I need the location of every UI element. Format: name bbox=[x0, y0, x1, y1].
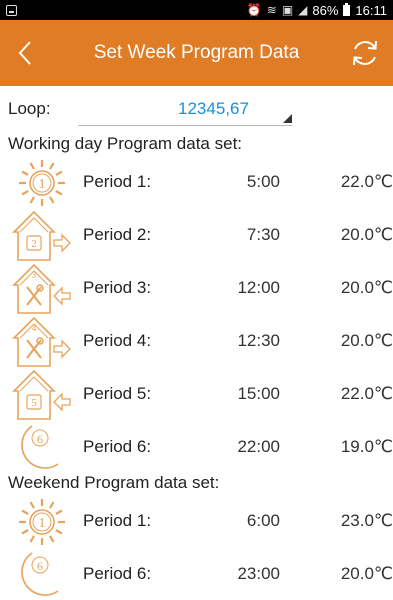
alarm-icon: ⏰ bbox=[246, 3, 262, 17]
page-title: Set Week Program Data bbox=[93, 42, 300, 63]
period-time: 12:00 bbox=[237, 278, 280, 297]
svg-text:6: 6 bbox=[37, 559, 43, 573]
period-temperature: 20.0℃ bbox=[340, 331, 393, 350]
period-temperature: 20.0℃ bbox=[340, 278, 393, 297]
period-time: 12:30 bbox=[237, 331, 280, 350]
period-label: Period 6: bbox=[83, 564, 152, 583]
period-time: 15:00 bbox=[237, 384, 280, 403]
period-label: Period 2: bbox=[83, 225, 152, 244]
svg-text:6: 6 bbox=[37, 432, 43, 446]
svg-text:5: 5 bbox=[31, 397, 37, 409]
moon-icon: 6 bbox=[10, 420, 74, 476]
period-row[interactable]: 6 Period 6: 22:00 19.0℃ bbox=[0, 418, 393, 478]
svg-text:3: 3 bbox=[32, 270, 37, 280]
svg-text:4: 4 bbox=[32, 323, 37, 333]
moon-icon: 6 bbox=[10, 547, 74, 600]
clock: 16:11 bbox=[355, 2, 387, 18]
svg-text:2: 2 bbox=[31, 238, 37, 250]
period-label: Period 3: bbox=[83, 278, 152, 297]
period-label: Period 1: bbox=[83, 172, 152, 191]
working-day-title: Working day Program data set: bbox=[8, 134, 243, 153]
battery-percent: 86% bbox=[312, 2, 339, 18]
period-row[interactable]: 6 Period 6: 23:00 20.0℃ bbox=[0, 545, 393, 600]
status-icons: ⏰ ≋ ▣ ◢ 86% 16:11 bbox=[246, 2, 387, 18]
period-row[interactable]: 5 Period 5: 15:00 22.0℃ bbox=[0, 365, 393, 425]
period-time: 22:00 bbox=[237, 437, 280, 456]
period-time: 23:00 bbox=[237, 564, 280, 583]
period-label: Period 5: bbox=[83, 384, 152, 403]
loop-label: Loop: bbox=[8, 99, 51, 118]
battery-icon bbox=[343, 2, 351, 16]
period-label: Period 1: bbox=[83, 511, 152, 530]
period-row[interactable]: 4 Period 4: 12:30 20.0℃ bbox=[0, 312, 393, 372]
dropdown-corner-icon bbox=[283, 114, 292, 123]
period-temperature: 22.0℃ bbox=[340, 384, 393, 403]
period-time: 7:30 bbox=[246, 225, 280, 244]
house-return-icon: 5 bbox=[10, 367, 74, 423]
period-row[interactable]: 1 Period 1: 6:00 23.0℃ bbox=[0, 492, 393, 552]
svg-text:1: 1 bbox=[39, 177, 46, 192]
period-temperature: 20.0℃ bbox=[340, 225, 393, 244]
house-meal-leave-icon: 4 bbox=[10, 314, 74, 370]
notification-area bbox=[6, 4, 17, 16]
back-button[interactable] bbox=[10, 34, 40, 72]
notification-icon bbox=[6, 4, 17, 16]
period-row[interactable]: 2 Period 2: 7:30 20.0℃ bbox=[0, 206, 393, 266]
nfc-icon: ▣ bbox=[281, 3, 294, 17]
period-time: 5:00 bbox=[246, 172, 280, 191]
house-meal-return-icon: 3 bbox=[10, 261, 74, 317]
period-row[interactable]: 1 Period 1: 5:00 22.0℃ bbox=[0, 153, 393, 213]
signal-icon: ◢ bbox=[298, 3, 308, 17]
loop-row: Loop: 12345,67 bbox=[8, 92, 292, 126]
period-label: Period 6: bbox=[83, 437, 152, 456]
period-temperature: 20.0℃ bbox=[340, 564, 393, 583]
period-label: Period 4: bbox=[83, 331, 152, 350]
refresh-icon bbox=[353, 40, 377, 66]
period-temperature: 23.0℃ bbox=[340, 511, 393, 530]
period-temperature: 22.0℃ bbox=[340, 172, 393, 191]
svg-text:1: 1 bbox=[39, 516, 46, 531]
period-temperature: 19.0℃ bbox=[340, 437, 393, 456]
app-bar: Set Week Program Data bbox=[0, 20, 393, 86]
wifi-icon: ≋ bbox=[266, 3, 277, 17]
period-time: 6:00 bbox=[246, 511, 280, 530]
weekend-title: Weekend Program data set: bbox=[8, 473, 220, 492]
refresh-button[interactable] bbox=[345, 33, 385, 73]
loop-value: 12345,67 bbox=[178, 99, 249, 118]
sun-icon: 1 bbox=[10, 155, 74, 211]
period-row[interactable]: 3 Period 3: 12:00 20.0℃ bbox=[0, 259, 393, 319]
status-bar: ⏰ ≋ ▣ ◢ 86% 16:11 bbox=[0, 0, 393, 20]
chevron-left-icon bbox=[18, 41, 31, 65]
house-leave-icon: 2 bbox=[10, 208, 74, 264]
sun-icon: 1 bbox=[10, 494, 74, 550]
loop-dropdown[interactable]: 12345,67 bbox=[78, 92, 292, 126]
